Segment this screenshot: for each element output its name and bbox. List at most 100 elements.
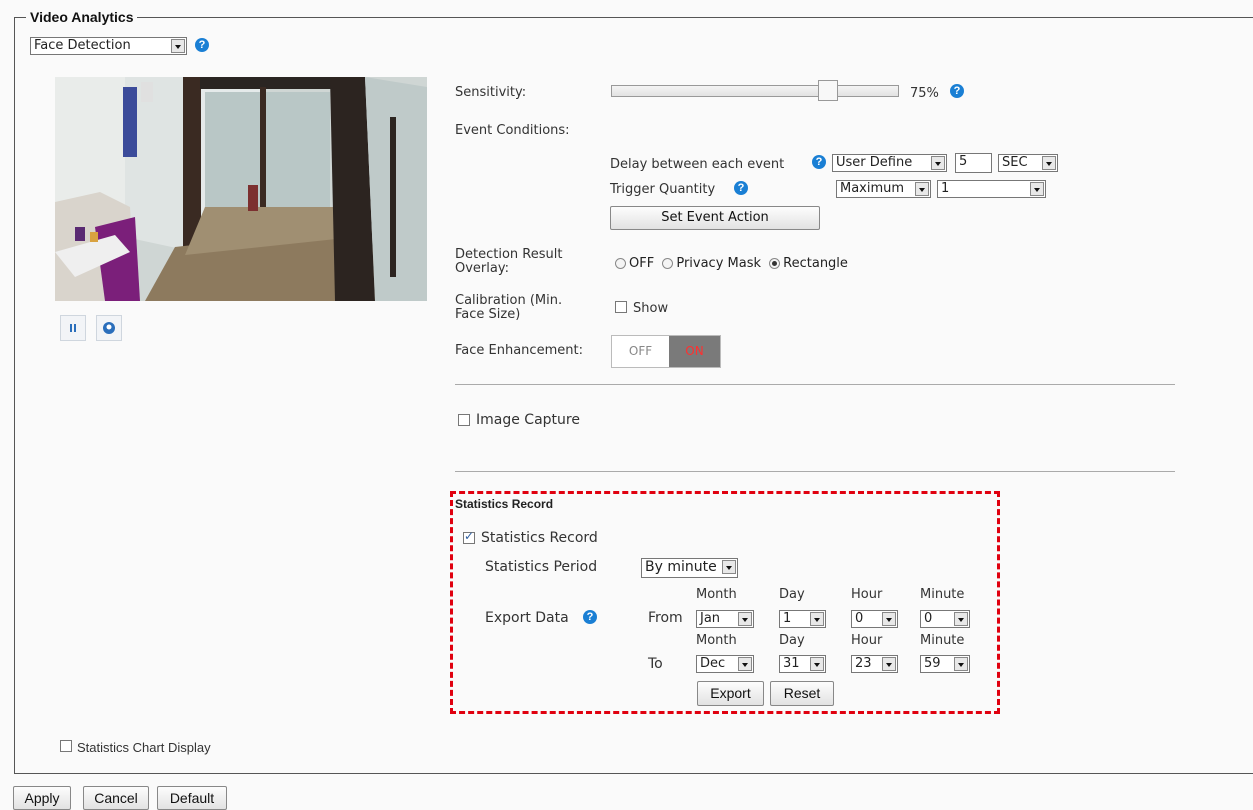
overlay-option-off[interactable]: OFF: [615, 256, 654, 271]
overlay-label-line1: Detection Result: [455, 247, 563, 262]
col-month: Month: [696, 587, 737, 602]
divider: [455, 471, 1175, 472]
face-enhancement-toggle[interactable]: OFF ON: [611, 335, 721, 368]
overlay-label-line2: Overlay:: [455, 261, 509, 276]
dropdown-arrow-icon: [738, 657, 752, 671]
delay-mode-value: User Define: [836, 155, 913, 170]
from-minute-value: 0: [924, 611, 933, 626]
delay-value-text: 5: [959, 154, 968, 169]
video-preview: [55, 77, 427, 301]
statistics-chart-display-label: Statistics Chart Display: [77, 740, 211, 755]
statistics-period-label: Statistics Period: [485, 559, 598, 575]
calibration-label-line2: Face Size): [455, 307, 521, 322]
zoom-icon: [103, 322, 115, 334]
dropdown-arrow-icon: [810, 612, 824, 626]
pause-button[interactable]: [60, 315, 86, 341]
dropdown-arrow-icon: [1030, 182, 1044, 196]
image-capture-label: Image Capture: [476, 412, 580, 428]
calibration-show-label: Show: [633, 301, 669, 316]
col-month: Month: [696, 633, 737, 648]
dropdown-arrow-icon: [915, 182, 929, 196]
delay-unit-select[interactable]: SEC: [998, 154, 1058, 172]
mode-select[interactable]: Face Detection: [30, 37, 187, 55]
mode-select-value: Face Detection: [34, 38, 131, 53]
to-minute-value: 59: [924, 656, 941, 671]
from-hour-select[interactable]: 0: [851, 610, 898, 628]
sensitivity-label: Sensitivity:: [455, 85, 527, 100]
divider: [455, 384, 1175, 385]
sensitivity-value: 75%: [910, 86, 939, 101]
cancel-button[interactable]: Cancel: [83, 786, 149, 810]
help-icon[interactable]: ?: [734, 181, 748, 195]
export-button[interactable]: Export: [697, 681, 764, 706]
statistics-record-checkbox[interactable]: [463, 529, 475, 544]
image-capture-checkbox[interactable]: [458, 414, 470, 426]
from-month-value: Jan: [700, 611, 721, 626]
trigger-label: Trigger Quantity: [610, 182, 716, 197]
help-icon[interactable]: ?: [950, 84, 964, 98]
dropdown-arrow-icon: [722, 560, 736, 574]
dropdown-arrow-icon: [954, 612, 968, 626]
col-day: Day: [779, 633, 805, 648]
to-hour-value: 23: [855, 656, 872, 671]
overlay-option-rectangle[interactable]: Rectangle: [769, 256, 848, 271]
trigger-value: 1: [941, 181, 950, 196]
col-day: Day: [779, 587, 805, 602]
toggle-on[interactable]: ON: [669, 336, 720, 367]
toggle-off[interactable]: OFF: [612, 336, 669, 367]
face-enhancement-label: Face Enhancement:: [455, 343, 583, 358]
to-month-value: Dec: [700, 656, 726, 671]
delay-mode-select[interactable]: User Define: [832, 154, 947, 172]
from-day-select[interactable]: 1: [779, 610, 826, 628]
statistics-record-label: Statistics Record: [481, 530, 598, 546]
to-day-select[interactable]: 31: [779, 655, 826, 673]
overlay-option-off-label: OFF: [629, 256, 655, 271]
dropdown-arrow-icon: [931, 156, 945, 170]
trigger-value-select[interactable]: 1: [937, 180, 1046, 198]
delay-unit-value: SEC: [1002, 155, 1028, 170]
calibration-show-checkbox[interactable]: [615, 301, 627, 313]
from-month-select[interactable]: Jan: [696, 610, 754, 628]
statistics-chart-display-checkbox[interactable]: [60, 740, 72, 752]
to-minute-select[interactable]: 59: [920, 655, 970, 673]
trigger-mode-select[interactable]: Maximum: [836, 180, 931, 198]
col-hour: Hour: [851, 587, 883, 602]
apply-button[interactable]: Apply: [13, 786, 71, 810]
dropdown-arrow-icon: [738, 612, 752, 626]
delay-value-input[interactable]: 5: [955, 153, 992, 173]
overlay-radio-group: OFF Privacy Mask Rectangle: [615, 256, 848, 271]
reset-button[interactable]: Reset: [770, 681, 834, 706]
to-hour-select[interactable]: 23: [851, 655, 898, 673]
col-minute: Minute: [920, 633, 965, 648]
from-day-value: 1: [783, 611, 792, 626]
from-label: From: [648, 610, 683, 626]
radio-icon: [662, 258, 674, 269]
statistics-heading: Statistics Record: [455, 497, 554, 511]
overlay-option-rectangle-label: Rectangle: [783, 256, 848, 271]
default-button[interactable]: Default: [157, 786, 227, 810]
dropdown-arrow-icon: [1042, 156, 1056, 170]
col-hour: Hour: [851, 633, 883, 648]
help-icon[interactable]: ?: [812, 155, 826, 169]
pause-icon: [70, 324, 76, 332]
delay-label: Delay between each event: [610, 157, 785, 172]
section-title: Video Analytics: [26, 9, 138, 25]
sensitivity-slider-handle[interactable]: [818, 80, 838, 101]
overlay-option-privacy-mask-label: Privacy Mask: [676, 256, 762, 271]
statistics-period-select[interactable]: By minute: [641, 558, 738, 578]
set-event-action-button[interactable]: Set Event Action: [610, 206, 820, 230]
zoom-button[interactable]: [96, 315, 122, 341]
export-data-label: Export Data: [485, 610, 569, 626]
dropdown-arrow-icon: [882, 657, 896, 671]
overlay-option-privacy-mask[interactable]: Privacy Mask: [662, 256, 761, 271]
to-month-select[interactable]: Dec: [696, 655, 754, 673]
help-icon[interactable]: ?: [195, 38, 209, 52]
from-minute-select[interactable]: 0: [920, 610, 970, 628]
statistics-period-value: By minute: [645, 559, 717, 575]
sensitivity-slider[interactable]: [611, 85, 899, 97]
calibration-label-line1: Calibration (Min.: [455, 293, 563, 308]
dropdown-arrow-icon: [810, 657, 824, 671]
dropdown-arrow-icon: [882, 612, 896, 626]
from-hour-value: 0: [855, 611, 864, 626]
help-icon[interactable]: ?: [583, 610, 597, 624]
